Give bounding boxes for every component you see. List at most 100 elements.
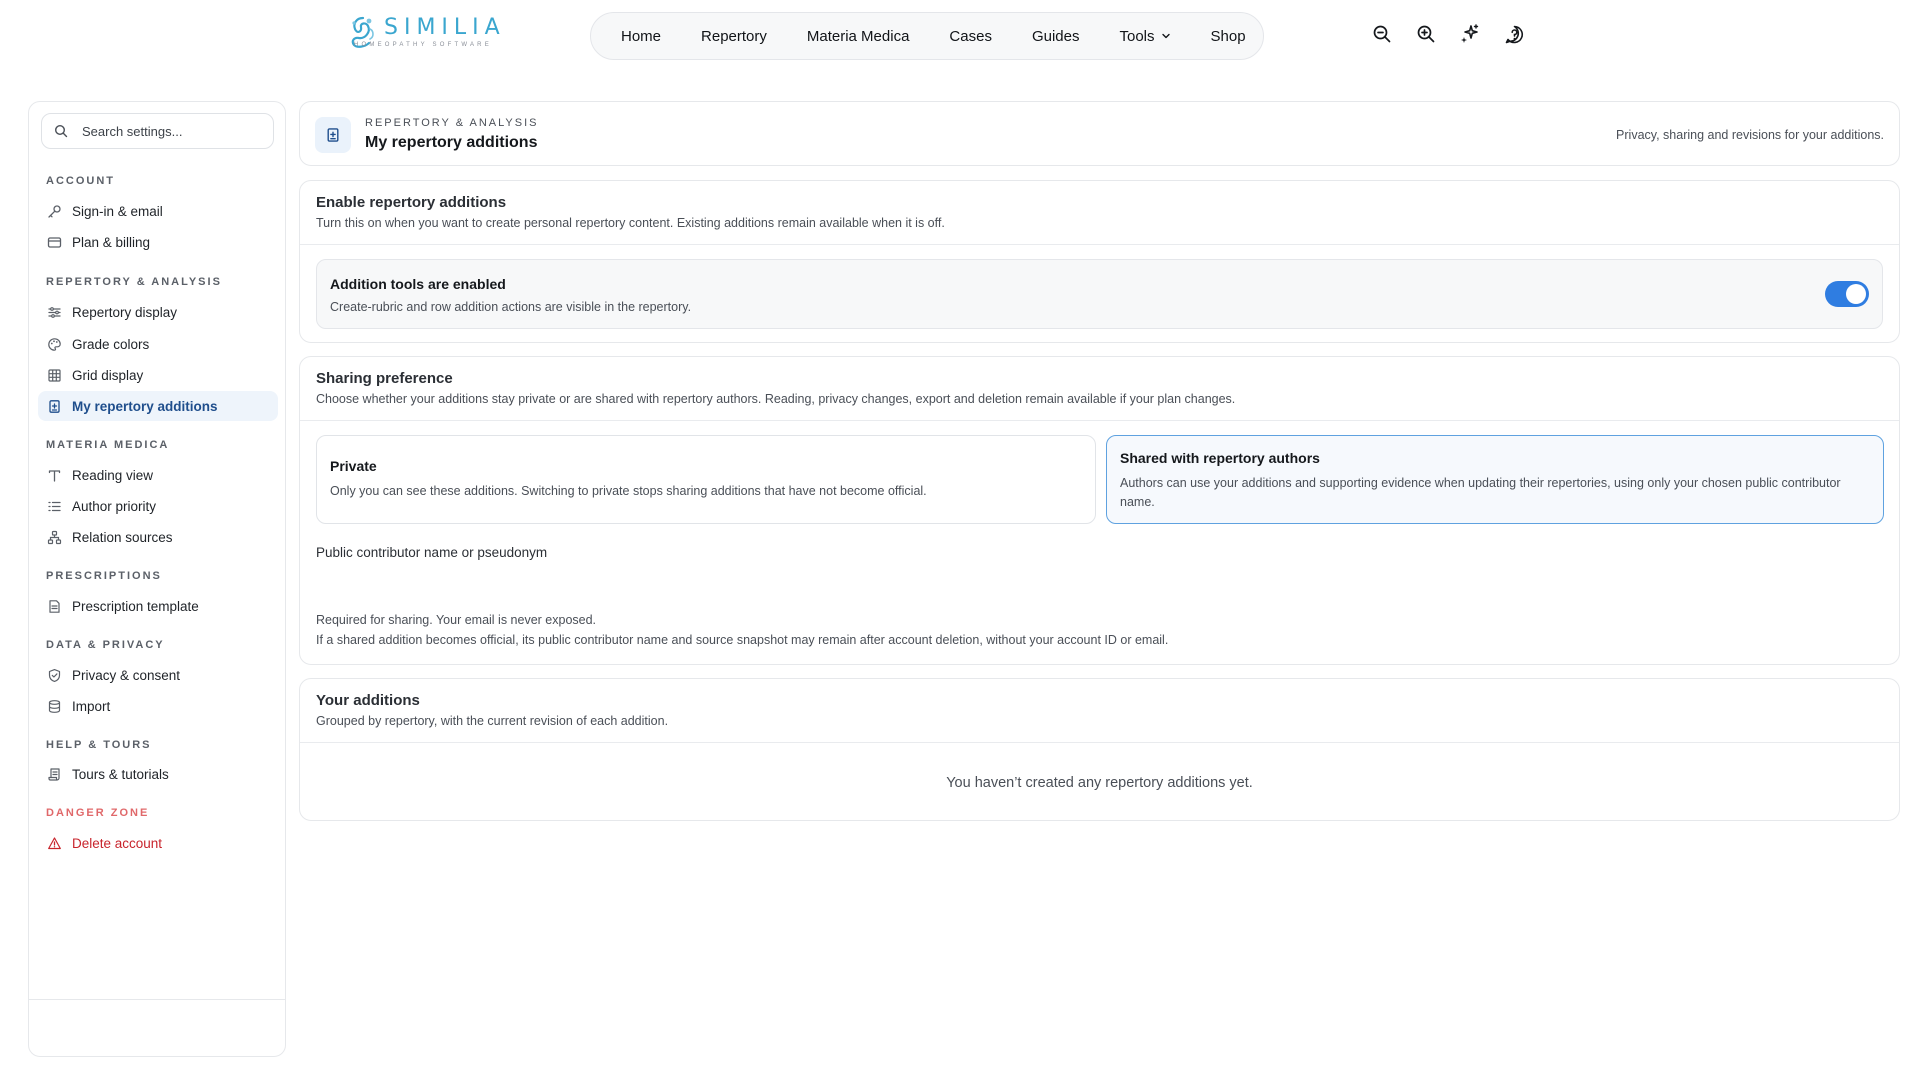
zoom-in-icon[interactable] (1414, 22, 1438, 46)
sidebar-item-grade-colors[interactable]: Grade colors (38, 329, 278, 359)
switch-knob (1846, 284, 1866, 304)
grid-icon (46, 367, 62, 383)
document-icon (46, 598, 62, 614)
sidebar-item-sign-in[interactable]: Sign-in & email (38, 196, 278, 226)
database-icon (46, 698, 62, 714)
note-plus-icon (315, 117, 351, 153)
note-plus-icon (46, 398, 62, 414)
toggle-title: Addition tools are enabled (330, 276, 506, 292)
brand-logo[interactable]: SIMILIA HOMEOPATHY SOFTWARE (348, 15, 500, 59)
chevron-down-icon (1161, 33, 1170, 39)
sidebar-footer-divider (29, 999, 285, 1000)
network-icon (46, 529, 62, 545)
contributor-name-input[interactable] (316, 571, 1096, 605)
text-icon (46, 467, 62, 483)
toolbar-icons (1370, 22, 1526, 46)
search-icon (54, 124, 68, 138)
palette-icon (46, 336, 62, 352)
your-additions-card: Your additions Grouped by repertory, wit… (299, 678, 1900, 821)
sidebar-item-grid-display[interactable]: Grid display (38, 360, 278, 390)
addition-tools-toggle-row: Addition tools are enabled Create-rubric… (316, 259, 1883, 329)
contributor-help-required: Required for sharing. Your email is neve… (316, 613, 597, 627)
sidebar-item-label: Prescription template (72, 598, 199, 614)
sidebar-item-privacy-consent[interactable]: Privacy & consent (38, 660, 278, 690)
sidebar-item-my-repertory-additions[interactable]: My repertory additions (38, 391, 278, 421)
option-title: Shared with repertory authors (1120, 450, 1320, 466)
search-input[interactable] (82, 123, 262, 139)
sidebar-item-tours-tutorials[interactable]: Tours & tutorials (38, 759, 278, 789)
section-help-tours: HELP & TOURS (46, 739, 152, 751)
option-title: Private (330, 458, 377, 474)
enable-additions-card: Enable repertory additions Turn this on … (299, 180, 1900, 343)
sidebar-item-repertory-display[interactable]: Repertory display (38, 297, 278, 327)
sidebar-item-author-priority[interactable]: Author priority (38, 491, 278, 521)
enable-description: Turn this on when you want to create per… (316, 216, 945, 230)
page-subtitle: Privacy, sharing and revisions for your … (1616, 128, 1884, 142)
section-account: ACCOUNT (46, 175, 115, 187)
section-danger-zone: DANGER ZONE (46, 807, 150, 819)
nav-guides[interactable]: Guides (1012, 12, 1100, 60)
additions-title: Your additions (316, 692, 420, 709)
sidebar-item-label: Relation sources (72, 529, 173, 545)
list-order-icon (46, 498, 62, 514)
sharing-preference-card: Sharing preference Choose whether your a… (299, 356, 1900, 665)
shield-check-icon (46, 667, 62, 683)
nav-home[interactable]: Home (601, 12, 681, 60)
toggle-description: Create-rubric and row addition actions a… (330, 300, 692, 314)
option-description: Authors can use your additions and suppo… (1120, 476, 1841, 509)
nav-cases[interactable]: Cases (929, 12, 1012, 60)
sidebar-item-import[interactable]: Import (38, 691, 278, 721)
card-divider (300, 244, 1899, 245)
section-data-privacy: DATA & PRIVACY (46, 639, 165, 651)
key-icon (46, 203, 62, 219)
brand-tagline: HOMEOPATHY SOFTWARE (354, 42, 492, 48)
page-title: My repertory additions (365, 134, 538, 151)
brand-name: SIMILIA (384, 15, 506, 40)
empty-state-message: You haven’t created any repertory additi… (946, 775, 1253, 791)
sharing-title: Sharing preference (316, 370, 453, 387)
sidebar-item-label: Import (72, 698, 111, 714)
zoom-out-icon[interactable] (1370, 22, 1394, 46)
scroll-icon (46, 766, 62, 782)
main-nav: Home Repertory Materia Medica Cases Guid… (590, 12, 1264, 60)
card-divider (300, 742, 1899, 743)
sidebar-item-label: Delete account (72, 835, 163, 851)
sidebar-item-label: Author priority (72, 498, 157, 514)
help-icon[interactable] (1502, 22, 1526, 46)
settings-sidebar: ACCOUNT Sign-in & email Plan & billing R… (28, 101, 286, 1057)
sidebar-item-label: Tours & tutorials (72, 766, 169, 782)
contributor-help-official: If a shared addition becomes official, i… (316, 633, 1169, 647)
warning-icon (46, 835, 62, 851)
sharing-description: Choose whether your additions stay priva… (316, 392, 1236, 406)
option-private[interactable]: Private Only you can see these additions… (316, 435, 1096, 524)
sidebar-item-label: Reading view (72, 467, 154, 483)
sidebar-item-prescription-template[interactable]: Prescription template (38, 591, 278, 621)
sidebar-item-relation-sources[interactable]: Relation sources (38, 522, 278, 552)
option-shared-with-authors[interactable]: Shared with repertory authors Authors ca… (1106, 435, 1884, 524)
nav-materia-medica[interactable]: Materia Medica (787, 12, 930, 60)
sidebar-item-plan-billing[interactable]: Plan & billing (38, 227, 278, 257)
page-header: REPERTORY & ANALYSIS My repertory additi… (299, 101, 1900, 166)
nav-tools-label: Tools (1119, 27, 1155, 45)
page-eyebrow: REPERTORY & ANALYSIS (365, 117, 539, 129)
section-prescriptions: PRESCRIPTIONS (46, 570, 162, 582)
nav-shop[interactable]: Shop (1191, 12, 1266, 60)
sidebar-item-label: Sign-in & email (72, 203, 163, 219)
sidebar-item-delete-account[interactable]: Delete account (38, 828, 278, 858)
section-materia-medica: MATERIA MEDICA (46, 439, 170, 451)
nav-tools[interactable]: Tools (1099, 12, 1190, 60)
sidebar-item-label: Repertory display (72, 304, 178, 320)
sidebar-item-label: Grid display (72, 367, 144, 383)
sparkle-icon[interactable] (1458, 22, 1482, 46)
addition-tools-switch[interactable] (1825, 281, 1869, 307)
sliders-icon (46, 304, 62, 320)
additions-description: Grouped by repertory, with the current r… (316, 714, 669, 728)
settings-search[interactable] (41, 113, 274, 149)
top-bar: SIMILIA HOMEOPATHY SOFTWARE Home Reperto… (0, 0, 1920, 72)
nav-repertory[interactable]: Repertory (681, 12, 787, 60)
sidebar-item-label: Grade colors (72, 336, 150, 352)
contributor-name-label: Public contributor name or pseudonym (316, 545, 548, 560)
option-description: Only you can see these additions. Switch… (330, 484, 927, 498)
enable-title: Enable repertory additions (316, 194, 507, 211)
sidebar-item-reading-view[interactable]: Reading view (38, 460, 278, 490)
